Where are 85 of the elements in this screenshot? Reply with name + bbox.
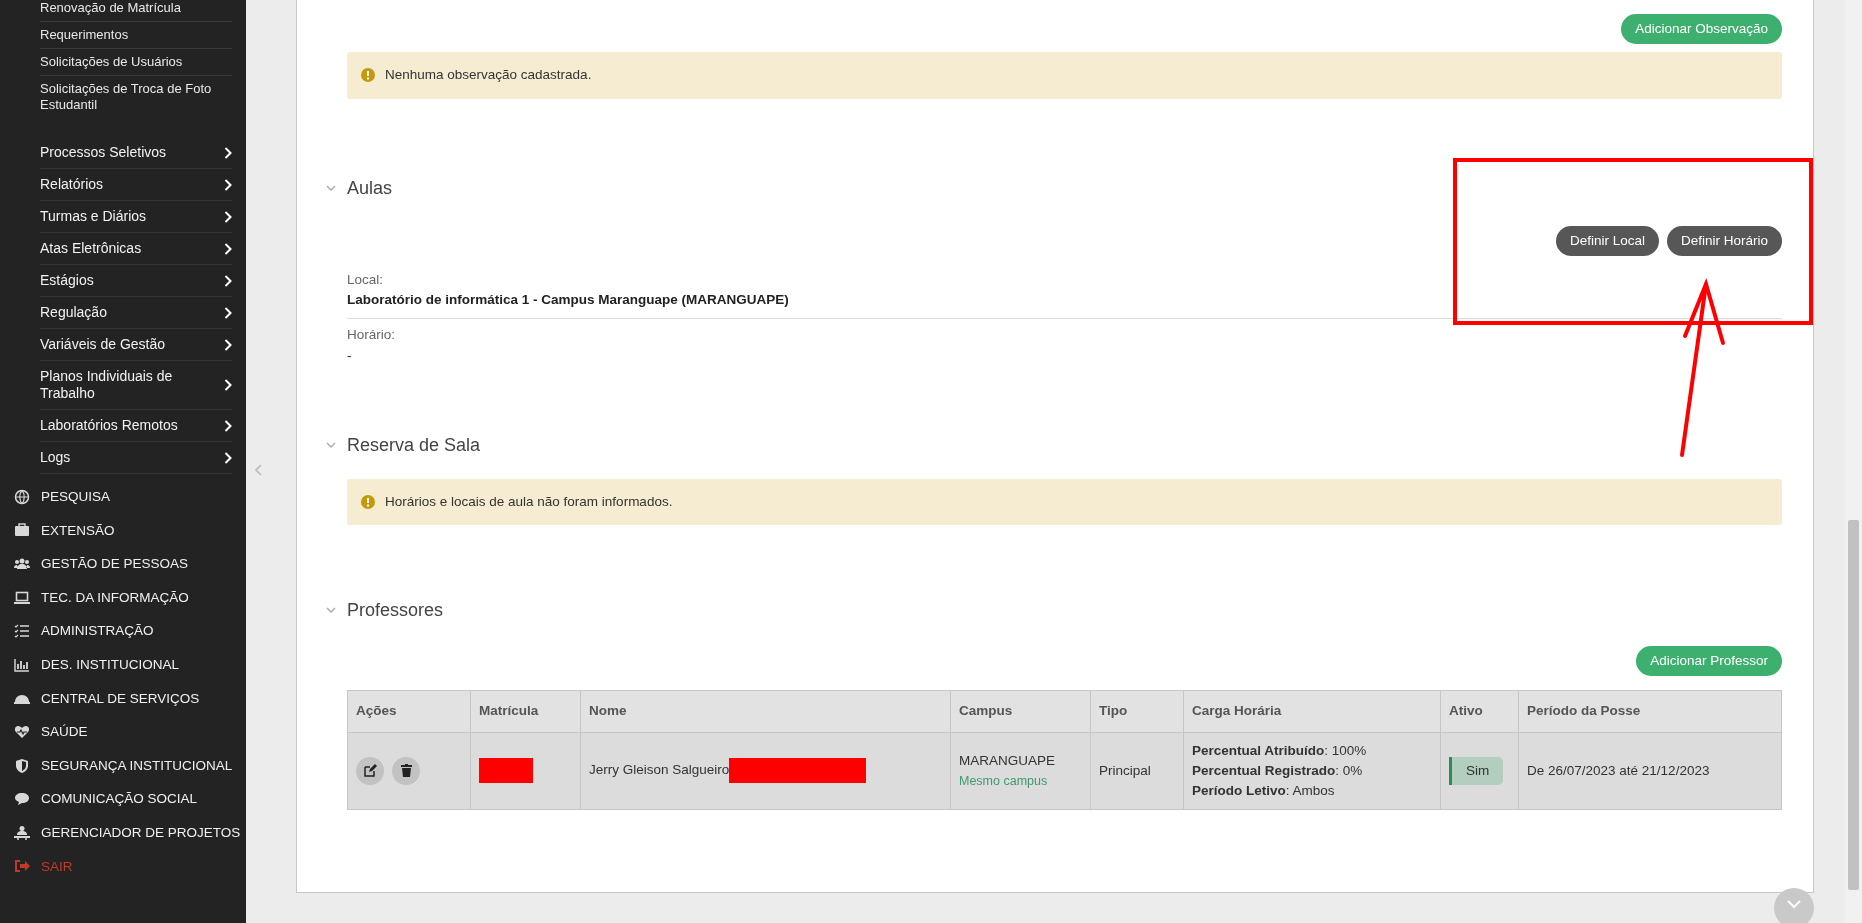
alert-message: Nenhuma observação cadastrada. [385, 66, 592, 85]
sidebar-menu-item[interactable]: Atas Eletrônicas [40, 233, 232, 265]
workload-line: Percentual Registrado: 0% [1192, 761, 1364, 780]
sidebar-module-item[interactable]: GERENCIADOR DE PROJETOS [0, 815, 246, 850]
column-header: Matrícula [470, 690, 581, 732]
column-header: Período da Posse [1518, 690, 1782, 732]
sidebar-subitem[interactable]: Solicitações de Troca de Foto Estudantil [40, 76, 232, 137]
chevron-right-icon [224, 338, 232, 351]
globe-icon [14, 488, 30, 505]
warning-icon [361, 68, 375, 83]
logout-icon [14, 858, 30, 875]
tenure-period: De 26/07/2023 até 21/12/2023 [1518, 732, 1782, 810]
shield-icon [14, 757, 30, 774]
laptop-icon [14, 589, 30, 606]
sidebar-menu-item[interactable]: Variáveis de Gestão [40, 329, 232, 361]
campus-note: Mesmo campus [959, 772, 1049, 790]
type-cell: Principal [1090, 732, 1184, 810]
chevron-right-icon [224, 306, 232, 319]
chevron-down-icon [1787, 900, 1801, 909]
field-value: Laboratório de informática 1 - Campus Maranguape (MARANGUAPE) [347, 291, 790, 309]
edit-icon [363, 764, 377, 778]
briefcase-icon [14, 522, 30, 539]
chat-bubble-icon [14, 791, 30, 808]
scroll-down-button[interactable] [1774, 888, 1814, 923]
chevron-right-icon [224, 242, 232, 255]
sidebar-module-item[interactable]: PESQUISA [0, 480, 246, 514]
heartbeat-icon [14, 723, 30, 740]
sidebar-menu-item[interactable]: Logs [40, 442, 232, 474]
sidebar-subitem[interactable]: Requerimentos [40, 22, 232, 49]
button[interactable]: Definir Horário [1666, 225, 1782, 256]
scrollbar[interactable] [1845, 0, 1862, 923]
sidebar-menu-item[interactable]: Processos Seletivos [40, 137, 232, 169]
users-icon [14, 556, 30, 572]
sidebar-menu-item[interactable]: Estágios [40, 265, 232, 297]
button[interactable]: Definir Local [1555, 225, 1659, 256]
collapse-icon[interactable] [255, 464, 263, 476]
sidebar-menu-item[interactable]: Regulação [40, 297, 232, 329]
field-label: Horário: [347, 326, 396, 345]
sidebar-module-item[interactable]: SEGURANÇA INSTITUCIONAL [0, 748, 246, 783]
chevron-right-icon [224, 274, 232, 287]
column-header: Nome [580, 690, 951, 732]
sidebar-menu-item[interactable]: Relatórios [40, 169, 232, 201]
column-header: Tipo [1090, 690, 1184, 732]
presenter-icon [14, 824, 30, 841]
field-value: - [347, 346, 353, 365]
column-header: Ativo [1440, 690, 1519, 732]
column-header: Carga Horária [1183, 690, 1441, 732]
chevron-right-icon [224, 419, 232, 432]
chevron-right-icon [224, 178, 232, 191]
chevron-right-icon [224, 210, 232, 223]
section-title: Aulas [347, 177, 393, 198]
sidebar-module-item[interactable]: DES. INSTITUCIONAL [0, 647, 246, 682]
edit-button[interactable] [356, 756, 384, 785]
chevron-right-icon [224, 451, 232, 464]
alert-message: Horários e locais de aula não foram informados. [385, 492, 673, 511]
sidebar-module-item[interactable]: CENTRAL DE SERVIÇOS [0, 681, 246, 716]
chevron-right-icon [224, 379, 232, 391]
sidebar-module-item[interactable]: ADMINISTRAÇÃO [0, 614, 246, 648]
chevron-right-icon [224, 146, 232, 159]
sidebar-subitem[interactable]: Renovação de Matrícula [40, 0, 232, 22]
sidebar-module-item[interactable]: TEC. DA INFORMAÇÃO [0, 580, 246, 615]
sidebar-menu-item[interactable]: Planos Individuais de Trabalho [40, 361, 232, 410]
trash-icon [400, 764, 412, 778]
active-status: Sim [1449, 756, 1504, 785]
bar-chart-icon [14, 656, 30, 673]
sidebar-menu-item[interactable]: Turmas e Diários [40, 201, 232, 233]
teacher-name: Jerry Gleison Salgueiro [589, 762, 730, 778]
sidebar-subitem[interactable]: Solicitações de Usuários [40, 49, 232, 76]
workload-line: Percentual Atribuído: 100% [1192, 741, 1368, 760]
sidebar-module-item[interactable]: COMUNICAÇÃO SOCIAL [0, 782, 246, 816]
sidebar-menu-item[interactable]: Laboratórios Remotos [40, 410, 232, 442]
section-title: Reserva de Sala [347, 434, 481, 455]
redaction-block [479, 758, 533, 784]
delete-button[interactable] [392, 756, 420, 785]
campus-name: MARANGUAPE [959, 752, 1057, 771]
section-title: Professores [347, 600, 444, 620]
column-header: Ações [347, 690, 471, 732]
sidebar-module-item[interactable]: GESTÃO DE PESSOAS [0, 547, 246, 581]
field-label: Local: [347, 270, 385, 289]
workload-line: Período Letivo: Ambos [1192, 782, 1336, 800]
checklist-icon [14, 623, 30, 640]
column-header: Campus [950, 690, 1091, 732]
warning-icon [361, 494, 375, 509]
sidebar-module-item[interactable]: SAÚDE [0, 715, 246, 749]
sidebar-module-item[interactable]: EXTENSÃO [0, 513, 246, 548]
